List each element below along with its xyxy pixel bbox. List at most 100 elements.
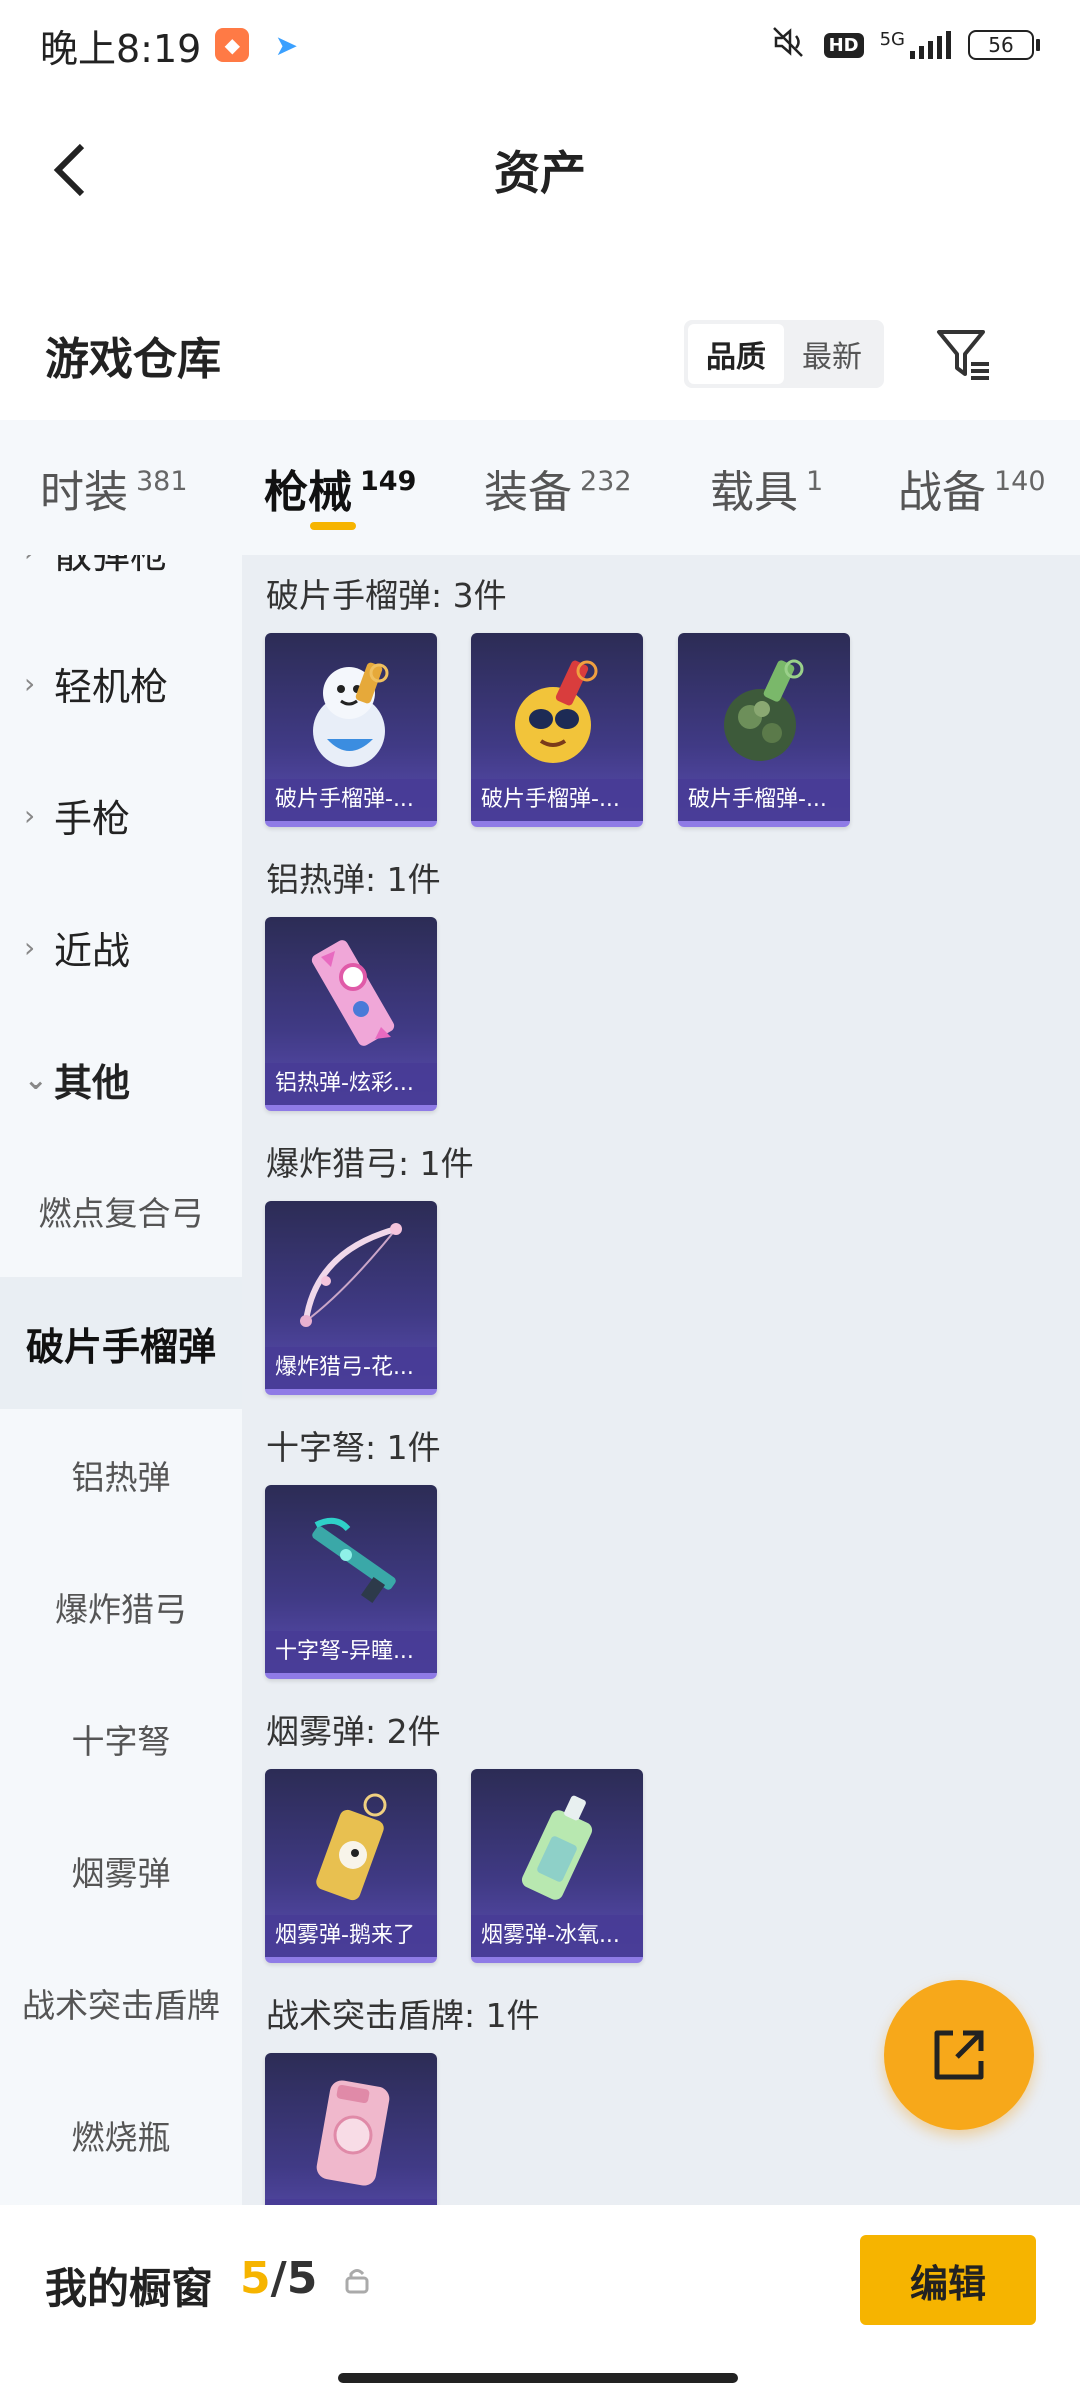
lock-icon [345, 2269, 369, 2294]
section-title: 烟雾弹: 2件 [266, 1712, 441, 1751]
tab-tactical[interactable]: 战备 140 [898, 420, 1046, 555]
share-icon [934, 2030, 984, 2080]
section-title: 战术突击盾牌: 1件 [266, 1996, 540, 2035]
share-button[interactable] [884, 1980, 1034, 2130]
sort-newest[interactable]: 最新 [784, 324, 880, 384]
chevron-right-icon: › [24, 798, 36, 832]
tab-count: 1 [806, 466, 824, 497]
category-tabs: 时装 381 枪械 149 装备 232 载具 1 战备 140 [0, 420, 1080, 555]
status-time: 晚上8:19 [40, 26, 202, 71]
crossbow-image [265, 1485, 437, 1635]
filter-button[interactable] [930, 320, 996, 388]
item-card[interactable]: 烟雾弹-鹅来了 [265, 1769, 437, 1963]
item-name: 铝热弹-炫彩... [265, 1063, 437, 1105]
sidebar-item-label: 其他 [54, 1060, 131, 1105]
sidebar-subitem-compound-bow[interactable]: 燃点复合弓 [0, 1145, 242, 1277]
tab-label: 载具 [710, 466, 798, 518]
sidebar-subitem-crossbow[interactable]: 十字弩 [0, 1673, 242, 1805]
weapon-sidebar: › 散弹枪 › 轻机枪 › 手枪 › 近战 ⌄ 其他 燃点复合弓 破片手榴弹 铝… [0, 555, 242, 2205]
tab-count: 232 [580, 466, 632, 497]
sidebar-item-melee[interactable]: › 近战 [0, 881, 242, 1013]
pink-shield-image [265, 2053, 437, 2203]
tab-count: 149 [360, 466, 417, 497]
item-card[interactable]: 破片手榴弹-... [265, 633, 437, 827]
item-grid-panel: 破片手榴弹: 3件 破片手榴弹-... 破片手榴弹-... 破片手榴弹-... … [242, 555, 1080, 2205]
tab-label: 装备 [484, 466, 572, 518]
battery-icon: 56 [968, 30, 1040, 60]
tab-label: 战备 [898, 466, 986, 518]
sort-toggle: 品质 最新 [684, 320, 884, 388]
item-card[interactable]: 十字弩-异瞳... [265, 1485, 437, 1679]
sidebar-subitem-frag-grenade[interactable]: 破片手榴弹 [0, 1277, 242, 1409]
item-card[interactable]: 爆炸猎弓-花... [265, 1201, 437, 1395]
paper-plane-icon: ➤ [274, 28, 299, 62]
item-name: 爆炸猎弓-花... [265, 1347, 437, 1389]
showcase-current: 5 [240, 2253, 271, 2304]
active-tab-indicator [310, 522, 356, 530]
sidebar-item-shotgun[interactable]: › 散弹枪 [0, 555, 242, 617]
tab-firearms[interactable]: 枪械 149 [264, 420, 416, 555]
sidebar-item-lmg[interactable]: › 轻机枪 [0, 617, 242, 749]
section-title: 铝热弹: 1件 [266, 860, 441, 899]
item-card[interactable]: 烟雾弹-冰氧... [471, 1769, 643, 1963]
item-name: 十字弩-异瞳... [265, 1631, 437, 1673]
sort-quality[interactable]: 品质 [688, 324, 784, 384]
battery-level: 56 [968, 30, 1034, 60]
item-card[interactable]: 破片手榴弹-... [678, 633, 850, 827]
item-name: 破片手榴弹-... [265, 779, 437, 821]
sidebar-subitem-shield[interactable]: 战术突击盾牌 [0, 1937, 242, 2069]
warehouse-title: 游戏仓库 [45, 334, 221, 385]
section-title: 爆炸猎弓: 1件 [266, 1144, 474, 1183]
chevron-left-icon [53, 143, 85, 197]
showcase-count: 5/5 [240, 2253, 317, 2304]
leaf-grenade-image [678, 633, 850, 783]
chevron-right-icon: › [24, 666, 36, 700]
ice-smoke-image [471, 1769, 643, 1919]
sidebar-item-other[interactable]: ⌄ 其他 [0, 1013, 242, 1145]
sidebar-subitem-thermite[interactable]: 铝热弹 [0, 1409, 242, 1541]
chevron-right-icon: › [24, 555, 54, 568]
home-indicator[interactable] [338, 2373, 738, 2383]
showcase-bar: 我的橱窗 5/5 编辑 [0, 2205, 1080, 2400]
tab-count: 140 [994, 466, 1046, 497]
item-card[interactable]: 铝热弹-炫彩... [265, 917, 437, 1111]
showcase-max: 5 [286, 2253, 318, 2304]
emoji-grenade-image [471, 633, 643, 783]
item-name: 烟雾弹-冰氧... [471, 1915, 643, 1957]
floral-bow-image [265, 1201, 437, 1351]
mute-icon [768, 24, 808, 67]
snowman-grenade-image [265, 633, 437, 783]
shopping-app-icon: ◆ [215, 28, 250, 62]
item-card[interactable] [265, 2053, 437, 2205]
sidebar-item-pistol[interactable]: › 手枪 [0, 749, 242, 881]
sidebar-item-label: 轻机枪 [54, 664, 169, 709]
goose-smoke-image [265, 1769, 437, 1919]
item-name: 烟雾弹-鹅来了 [265, 1915, 437, 1957]
filter-icon [937, 330, 989, 380]
section-title: 破片手榴弹: 3件 [266, 576, 507, 615]
showcase-title: 我的橱窗 [45, 2264, 214, 2313]
hd-badge: HD [823, 32, 864, 58]
tab-vehicles[interactable]: 载具 1 [710, 420, 823, 555]
status-indicators: HD 5G 56 [768, 24, 1040, 67]
sidebar-item-label: 手枪 [54, 796, 131, 841]
item-name: 破片手榴弹-... [471, 779, 643, 821]
sidebar-subitem-explosive-bow[interactable]: 爆炸猎弓 [0, 1541, 242, 1673]
sidebar-subitem-smoke[interactable]: 烟雾弹 [0, 1805, 242, 1937]
page-title: 资产 [494, 146, 586, 200]
tab-label: 枪械 [264, 466, 352, 518]
signal-icon: 5G [880, 29, 952, 61]
tab-equipment[interactable]: 装备 232 [484, 420, 632, 555]
tab-label: 时装 [40, 466, 128, 518]
top-header: 资产 [0, 110, 1080, 230]
tab-fashion[interactable]: 时装 381 [40, 420, 188, 555]
item-card[interactable]: 破片手榴弹-... [471, 633, 643, 827]
sidebar-item-label: 散弹枪 [54, 555, 168, 579]
warehouse-header: 游戏仓库 品质 最新 [0, 300, 1080, 410]
section-title: 十字弩: 1件 [266, 1428, 441, 1467]
edit-button[interactable]: 编辑 [860, 2235, 1036, 2325]
back-button[interactable] [40, 138, 100, 202]
item-name: 破片手榴弹-... [678, 779, 850, 821]
sidebar-subitem-molotov[interactable]: 燃烧瓶 [0, 2069, 242, 2201]
network-type: 5G [879, 29, 905, 50]
